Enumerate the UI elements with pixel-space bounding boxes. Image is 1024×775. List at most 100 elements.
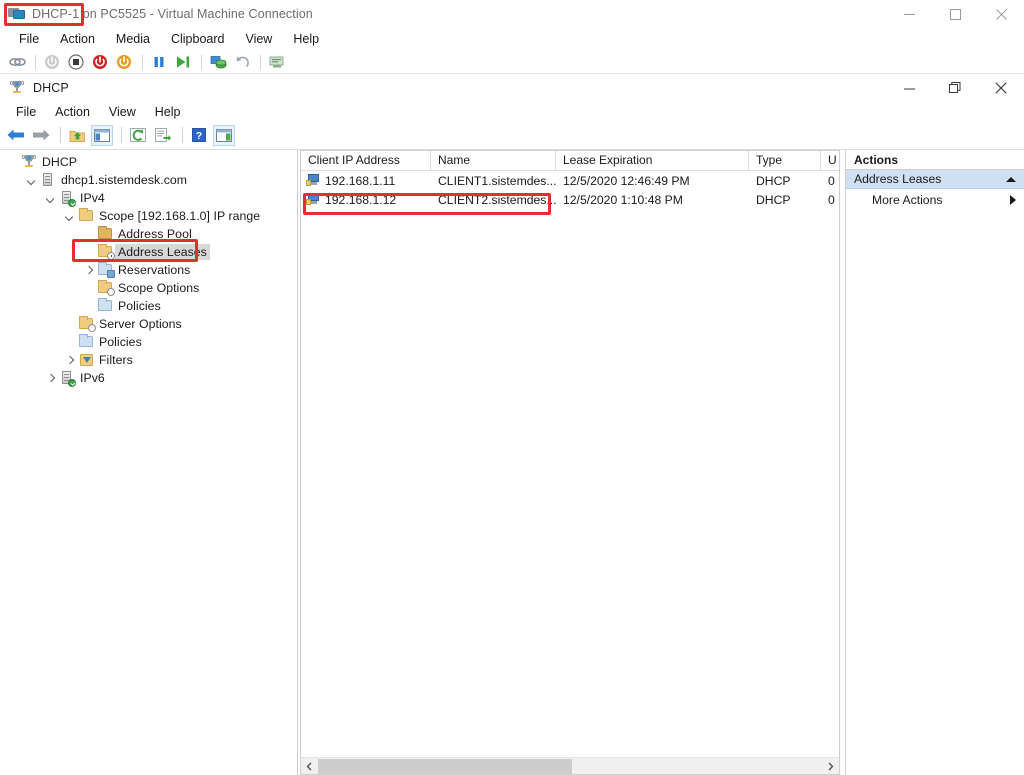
tree-item-label: Server Options [99, 317, 182, 331]
enhanced-session-icon[interactable] [266, 51, 288, 73]
tree-item-policies[interactable]: Policies [0, 333, 295, 351]
column-header-name[interactable]: Name [431, 151, 556, 171]
back-icon[interactable] [5, 125, 27, 146]
tree-item-address-leases[interactable]: Address Leases [0, 243, 295, 261]
close-icon[interactable] [978, 0, 1024, 28]
dhcp-menu-help[interactable]: Help [146, 103, 191, 121]
tree-item-label: Reservations [118, 263, 191, 277]
chevron-down-icon[interactable] [25, 171, 40, 189]
vm-menu-action[interactable]: Action [50, 30, 106, 48]
scrollbar-thumb[interactable] [318, 758, 572, 774]
cell-text: DHCP [756, 173, 791, 188]
chevron-right-icon[interactable] [63, 351, 78, 369]
tree-item-dhcp[interactable]: DHCP [0, 153, 295, 171]
help-icon[interactable]: ? [188, 125, 210, 146]
chevron-right-icon[interactable] [82, 261, 97, 279]
table-row[interactable]: 192.168.1.12 CLIENT2.sistemdes... 12/5/202… [301, 190, 839, 209]
vm-menu-help[interactable]: Help [283, 30, 330, 48]
chevron-right-icon[interactable] [822, 758, 839, 775]
dhcp-menubar: File Action View Help [0, 101, 1024, 123]
up-one-level-icon[interactable] [66, 125, 88, 146]
chevron-right-icon[interactable] [44, 369, 59, 387]
cell-ip: 192.168.1.12 [301, 193, 431, 207]
show-hide-console-tree-icon[interactable] [91, 124, 113, 146]
vm-menu-view[interactable]: View [235, 30, 283, 48]
list-column-headers[interactable]: Client IP Address Name Lease Expiration Typ… [301, 151, 839, 171]
tree-item-label: Address Pool [118, 227, 192, 241]
tree-item-server-options[interactable]: Server Options [0, 315, 295, 333]
virtual-machine-icon [8, 6, 26, 22]
tree-item-reservations[interactable]: Reservations [0, 261, 295, 279]
checkpoint-icon[interactable] [207, 51, 229, 73]
table-row[interactable]: 192.168.1.11 CLIENT1.sistemdes... 12/5/202… [301, 171, 839, 190]
tree-item-policies[interactable]: Policies [0, 297, 295, 315]
reservations-icon [97, 262, 115, 278]
tree-item-ipv4[interactable]: IPv4 [0, 189, 295, 207]
cell-text: 12/5/2020 12:46:49 PM [563, 173, 690, 188]
dhcp-menu-file[interactable]: File [7, 103, 46, 121]
toolbar-separator [260, 54, 261, 70]
vm-window-controls [886, 0, 1024, 28]
chevron-left-icon[interactable] [301, 758, 318, 775]
vm-menu-clipboard[interactable]: Clipboard [161, 30, 236, 48]
ipv4-node-icon [59, 190, 76, 207]
address-leases-icon [97, 244, 115, 260]
dhcp-toolbar: ? [0, 122, 1024, 148]
close-icon[interactable] [978, 74, 1024, 102]
refresh-icon[interactable] [127, 125, 149, 146]
toolbar-separator [182, 127, 183, 143]
power-off-icon[interactable] [89, 51, 111, 73]
tree-item-scope-options[interactable]: Scope Options [0, 279, 295, 297]
tree-item-ipv6[interactable]: IPv6 [0, 369, 295, 387]
vm-menu-media[interactable]: Media [106, 30, 161, 48]
cell-lease-expiration: 12/5/2020 12:46:49 PM [556, 174, 749, 188]
show-hide-action-pane-icon[interactable] [213, 124, 235, 146]
toolbar-separator [201, 54, 202, 70]
minimize-icon[interactable] [886, 74, 932, 102]
column-header-u[interactable]: U [821, 151, 839, 171]
tree-item-label: Address Leases [115, 244, 210, 260]
address-pool-icon [97, 226, 114, 242]
tree-item-filters[interactable]: Filters [0, 351, 295, 369]
pause-icon[interactable] [148, 51, 170, 73]
column-header-lease-expiration[interactable]: Lease Expiration [556, 151, 749, 171]
chevron-down-icon[interactable] [44, 189, 59, 207]
console-tree-pane[interactable]: DHCP dhcp1.sistemdesk.com IPv4 Scope [192.1… [0, 150, 295, 775]
policies-icon [78, 334, 95, 350]
cell-text: CLIENT2.sistemdes... [438, 192, 556, 207]
dhcp-menu-action[interactable]: Action [46, 103, 100, 121]
maximize-icon[interactable] [932, 0, 978, 28]
cell-lease-expiration: 12/5/2020 1:10:48 PM [556, 193, 749, 207]
vm-menu-file[interactable]: File [9, 30, 50, 48]
ctrl-alt-del-icon[interactable] [6, 51, 28, 73]
scrollbar-track[interactable] [318, 758, 822, 775]
cell-type: DHCP [749, 174, 821, 188]
revert-icon[interactable] [231, 51, 253, 73]
tree-item-label: Filters [99, 353, 133, 367]
forward-icon[interactable] [30, 125, 52, 146]
column-header-type[interactable]: Type [749, 151, 821, 171]
chevron-down-icon[interactable] [63, 207, 78, 225]
restore-icon[interactable] [932, 74, 978, 102]
tree-item-address-pool[interactable]: Address Pool [0, 225, 295, 243]
actions-item-more-actions[interactable]: More Actions [846, 189, 1024, 211]
export-list-icon[interactable] [152, 125, 174, 146]
address-leases-list-pane[interactable]: Client IP Address Name Lease Expiration Typ… [300, 150, 840, 775]
dhcp-menu-view[interactable]: View [100, 103, 146, 121]
collapse-triangle-icon[interactable] [1006, 176, 1016, 182]
tree-item-dhcp1-sistemdesk-com[interactable]: dhcp1.sistemdesk.com [0, 171, 295, 189]
start-power-icon[interactable] [113, 51, 135, 73]
tree-item-scope-192-168-1-0-ip-range[interactable]: Scope [192.168.1.0] IP range [0, 207, 295, 225]
cell-text: CLIENT1.sistemdes... [438, 173, 556, 188]
list-rows[interactable]: 192.168.1.11 CLIENT1.sistemdes... 12/5/202… [301, 171, 839, 209]
minimize-icon[interactable] [886, 0, 932, 28]
resume-icon[interactable] [172, 51, 194, 73]
actions-section-address-leases[interactable]: Address Leases [846, 170, 1024, 189]
turn-off-icon[interactable] [65, 51, 87, 73]
list-horizontal-scrollbar[interactable] [301, 757, 839, 774]
toolbar-separator [35, 54, 36, 70]
shutdown-icon[interactable] [41, 51, 63, 73]
column-header-client-ip-address[interactable]: Client IP Address [301, 151, 431, 171]
cell-text: DHCP [756, 192, 791, 207]
